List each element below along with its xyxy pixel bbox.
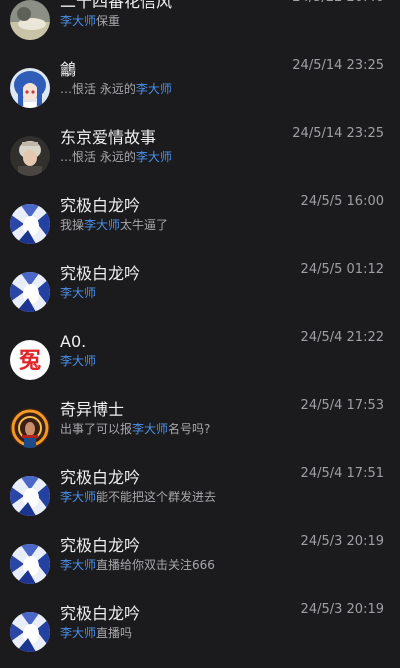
- mention-text: 李大师: [60, 490, 97, 504]
- message-preview: 李大师能不能把这个群发进去: [60, 489, 216, 505]
- svg-text:冤: 冤: [19, 349, 41, 374]
- conversation-list: 二十四番花信风24/5/22 20:40李大师保重鸙24/5/14 23:25……: [0, 0, 400, 668]
- conversation-row[interactable]: 冤 A0. 24/5/4 21:22 李大师: [0, 330, 400, 398]
- contact-name: 东京爱情故事: [60, 128, 157, 147]
- preview-text: 直播吗: [96, 626, 133, 640]
- mention-text: 李大师: [60, 286, 97, 300]
- preview-text: 直播给你双击关注666: [96, 558, 215, 572]
- preview-text: 我操: [60, 218, 85, 232]
- contact-name: 究极白龙吟: [60, 264, 141, 283]
- mention-text: 李大师: [60, 354, 97, 368]
- message-timestamp: 24/5/4 17:53: [300, 398, 384, 413]
- red-character-avatar: 冤: [10, 340, 50, 380]
- preview-text: 出事了可以报: [60, 422, 133, 436]
- conversation-row[interactable]: 东京爱情故事 24/5/14 23:25 …恨活 永远的李大师: [0, 126, 400, 194]
- message-timestamp: 24/5/14 23:25: [292, 58, 384, 73]
- message-timestamp: 24/5/14 23:25: [292, 126, 384, 141]
- doctor-strange-avatar: [10, 408, 50, 448]
- white-dragon-avatar: [10, 272, 50, 312]
- conversation-row[interactable]: 究极白龙吟 24/5/5 01:12 李大师: [0, 262, 400, 330]
- conversation-row[interactable]: 究极白龙吟 24/5/4 17:51 李大师能不能把这个群发进去: [0, 466, 400, 534]
- message-timestamp: 24/5/5 16:00: [300, 194, 384, 209]
- preview-text: 太牛逼了: [120, 218, 169, 232]
- preview-text: 保重: [96, 14, 121, 28]
- message-timestamp: 24/5/3 20:19: [300, 534, 384, 549]
- white-dragon-avatar: [10, 544, 50, 584]
- character-avatar: [10, 136, 50, 176]
- message-preview: 李大师: [60, 353, 96, 369]
- message-preview: 我操李大师太牛逼了: [60, 217, 168, 233]
- message-preview: 出事了可以报李大师名号吗?: [60, 421, 210, 437]
- contact-name: 究极白龙吟: [60, 536, 141, 555]
- message-timestamp: 24/5/4 21:22: [300, 330, 384, 345]
- mention-text: 李大师: [132, 422, 169, 436]
- message-timestamp: 24/5/22 20:40: [292, 0, 384, 6]
- white-dragon-avatar: [10, 204, 50, 244]
- preview-text: 能不能把这个群发进去: [96, 490, 217, 504]
- contact-name: 究极白龙吟: [60, 468, 141, 487]
- conversation-row[interactable]: 究极白龙吟 24/5/5 16:00 我操李大师太牛逼了: [0, 194, 400, 262]
- anime-girl-avatar: [10, 68, 50, 108]
- mention-text: 李大师: [60, 558, 97, 572]
- conversation-row[interactable]: 二十四番花信风 24/5/22 20:40 李大师保重: [0, 0, 400, 58]
- contact-name: 究极白龙吟: [60, 196, 141, 215]
- contact-name: A0.: [60, 332, 87, 351]
- mention-text: 李大师: [135, 150, 172, 164]
- preview-text: …恨活 永远的: [60, 82, 136, 96]
- message-timestamp: 24/5/4 17:51: [300, 466, 384, 481]
- contact-name: 究极白龙吟: [60, 604, 141, 623]
- mention-text: 李大师: [84, 218, 121, 232]
- preview-text: …恨活 永远的: [60, 150, 136, 164]
- message-preview: 李大师保重: [60, 13, 120, 29]
- message-timestamp: 24/5/3 20:19: [300, 602, 384, 617]
- white-dragon-avatar: [10, 612, 50, 652]
- conversation-row[interactable]: 究极白龙吟 24/5/3 20:19 李大师直播给你双击关注666: [0, 534, 400, 602]
- message-preview: 李大师直播给你双击关注666: [60, 557, 215, 573]
- message-timestamp: 24/5/5 01:12: [300, 262, 384, 277]
- message-preview: …恨活 永远的李大师: [60, 81, 172, 97]
- landscape-avatar: [10, 0, 50, 40]
- mention-text: 李大师: [135, 82, 172, 96]
- message-preview: 李大师: [60, 285, 96, 301]
- message-preview: 李大师直播吗: [60, 625, 132, 641]
- conversation-row[interactable]: 鸙 24/5/14 23:25 …恨活 永远的李大师: [0, 58, 400, 126]
- message-preview: …恨活 永远的李大师: [60, 149, 172, 165]
- preview-text: 名号吗?: [168, 422, 211, 436]
- contact-name: 奇异博士: [60, 400, 125, 419]
- conversation-row[interactable]: 奇异博士 24/5/4 17:53 出事了可以报李大师名号吗?: [0, 398, 400, 466]
- mention-text: 李大师: [60, 14, 97, 28]
- contact-name: 二十四番花信风: [60, 0, 173, 11]
- contact-name: 鸙: [60, 60, 77, 79]
- mention-text: 李大师: [60, 626, 97, 640]
- white-dragon-avatar: [10, 476, 50, 516]
- conversation-row[interactable]: 究极白龙吟 24/5/3 20:19 李大师直播吗: [0, 602, 400, 668]
